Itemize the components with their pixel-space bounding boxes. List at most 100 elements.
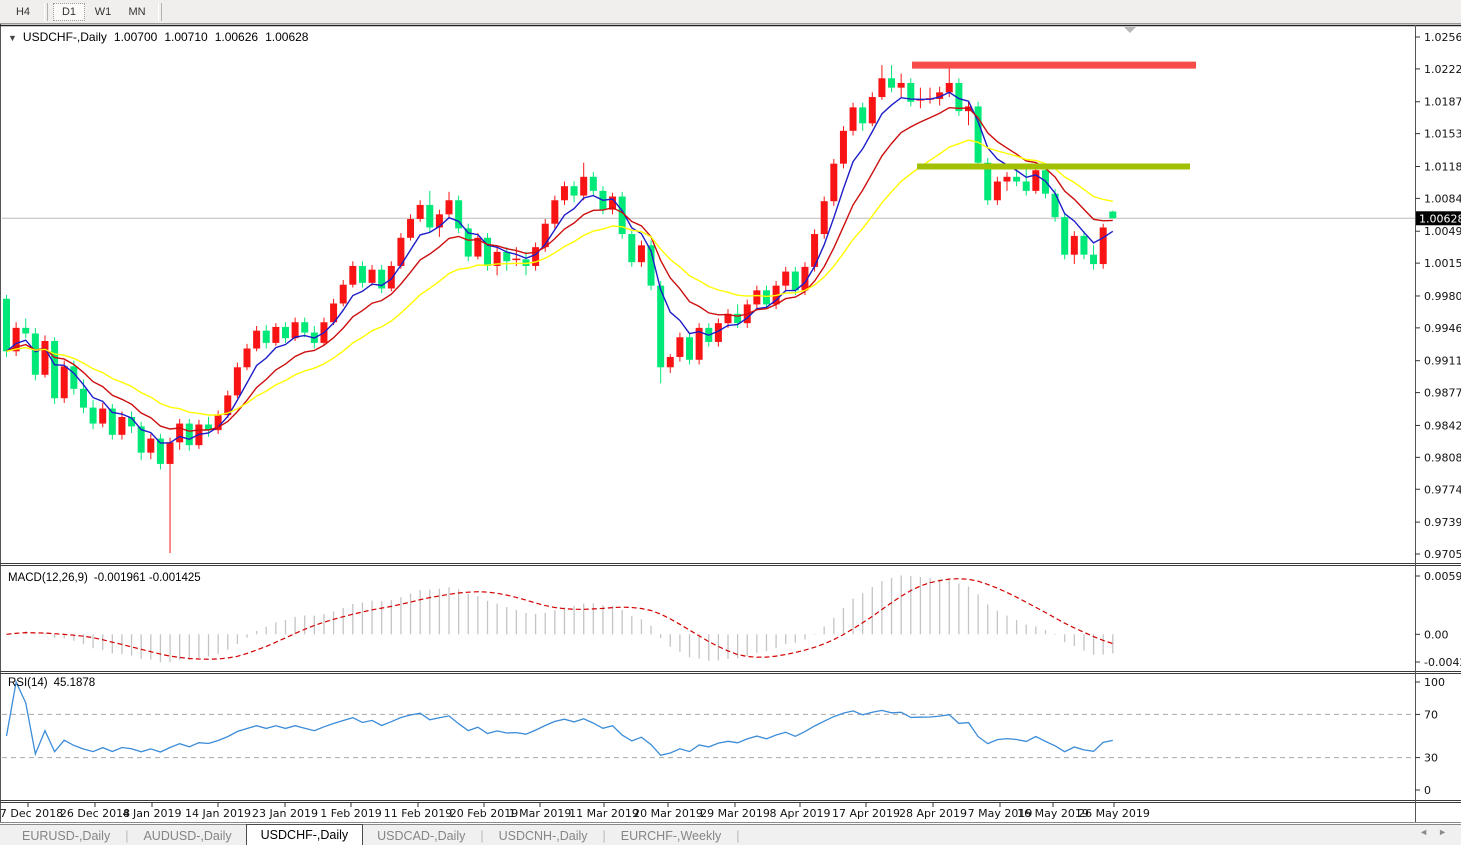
price-tick-label: 0.97050 (1424, 548, 1461, 561)
candle-body (70, 366, 78, 389)
date-tick-label: 14 Jan 2019 (185, 807, 251, 820)
date-tick-label: 11 Mar 2019 (569, 807, 639, 820)
chart-tab-eurusd-daily[interactable]: EURUSD-,Daily (8, 827, 124, 845)
ohlc-low: 1.00626 (214, 30, 259, 44)
macd-axis-label: -0.004243 (1424, 656, 1461, 669)
candle-body (31, 333, 39, 375)
chart-tab-usdchf-daily[interactable]: USDCHF-,Daily (245, 823, 364, 845)
chart-tab-usdcnh-daily[interactable]: USDCNH-,Daily (485, 827, 602, 845)
candle-body (1013, 176, 1021, 182)
candle-body (1080, 235, 1088, 255)
candle-body (368, 269, 376, 283)
macd-axis-label: 0.00597 (1424, 570, 1461, 583)
price-tick-label: 0.98080 (1424, 451, 1461, 464)
candle-body (3, 298, 10, 352)
candle-body (89, 407, 97, 424)
price-tick-label: 0.97390 (1424, 516, 1461, 529)
scroll-left-icon[interactable]: ◄ (1419, 827, 1438, 837)
date-tick-label: 4 Jan 2019 (123, 807, 182, 820)
candle-body (570, 186, 578, 196)
candle-body (820, 201, 828, 235)
candle-body (878, 78, 886, 98)
candle-body (839, 130, 847, 164)
candle-body (176, 423, 184, 443)
candle-body (99, 408, 107, 424)
candle-body (580, 176, 588, 196)
candle-body (60, 366, 68, 399)
rsi-axis-label: 100 (1424, 676, 1445, 689)
candle-body (753, 290, 761, 305)
candle-body (686, 337, 694, 360)
candle-body (426, 204, 434, 228)
candle-body (147, 438, 155, 453)
date-tick-label: 29 Mar 2019 (700, 807, 770, 820)
candle-body (859, 107, 867, 124)
candle-body (41, 341, 49, 375)
mt4-chart-window: H4D1W1MN 1.025601.022201.018701.015301.0… (0, 0, 1461, 845)
current-price-label: 1.00628 (1419, 212, 1461, 225)
candle-body (791, 271, 799, 291)
rsi-indicator-label: RSI(14) 45.1878 (8, 677, 95, 689)
price-tick-label: 1.00150 (1424, 257, 1461, 270)
candle-body (849, 107, 857, 131)
candle-body (22, 327, 30, 334)
ohlc-open: 1.00700 (113, 30, 158, 44)
chart-tab-bar: EURUSD-,Daily | AUDUSD-,Daily USDCHF-,Daily… (0, 823, 1461, 845)
candle-body (1109, 211, 1117, 219)
candle-body (628, 234, 636, 263)
candle-body (888, 78, 896, 88)
candle-body (1003, 176, 1011, 182)
candle-body (560, 186, 568, 201)
candle-body (349, 265, 357, 285)
rsi-axis-label: 30 (1424, 752, 1438, 765)
candle-body (945, 82, 953, 93)
date-tick-label: 17 Dec 2018 (0, 807, 63, 820)
candle-body (830, 163, 838, 202)
candle-body (637, 245, 645, 263)
price-tick-label: 1.02560 (1424, 31, 1461, 44)
scroll-right-icon[interactable]: ► (1438, 827, 1457, 837)
date-tick-label: 8 Apr 2019 (769, 807, 830, 820)
price-tick-label: 0.98770 (1424, 387, 1461, 400)
date-tick-label: 26 May 2019 (1078, 807, 1150, 820)
date-tick-label: 1 Mar 2019 (509, 807, 572, 820)
candle-body (1032, 170, 1040, 191)
date-tick-label: 23 Jan 2019 (252, 807, 318, 820)
date-tick-label: 26 Dec 2018 (60, 807, 130, 820)
candle-body (445, 200, 453, 215)
macd-indicator-label: MACD(12,26,9) -0.001961 -0.001425 (8, 572, 201, 584)
candle-body (762, 290, 770, 305)
candle-body (993, 181, 1001, 201)
macd-values: -0.001961 -0.001425 (93, 572, 201, 584)
candle-body (358, 265, 366, 283)
chart-title: ▼ USDCHF-,Daily 1.00700 1.00710 1.00626 1.006… (8, 30, 308, 44)
candle-body (243, 348, 251, 368)
chart-tab-audusd-daily[interactable]: AUDUSD-,Daily (129, 827, 245, 845)
price-tick-label: 1.01180 (1424, 160, 1461, 173)
candle-body (416, 204, 424, 220)
candle-body (532, 247, 540, 266)
price-chart-canvas[interactable]: 1.02560 1.02220 1.01870 1.01530 1.01180 1.008… (0, 0, 1461, 845)
candle-body (339, 284, 347, 304)
candle-body (1061, 217, 1069, 255)
candle-body (166, 442, 174, 464)
date-tick-label: 17 Apr 2019 (832, 807, 900, 820)
rsi-value: 45.1878 (53, 677, 96, 689)
candle-body (1090, 254, 1098, 265)
chart-tab-eurchf-weekly[interactable]: EURCHF-,Weekly (607, 827, 735, 845)
symbol-dropdown-icon[interactable]: ▼ (8, 33, 17, 43)
date-tick-label: 20 Mar 2019 (633, 807, 703, 820)
chart-tab-usdcad-daily[interactable]: USDCAD-,Daily (363, 827, 479, 845)
candle-body (253, 330, 261, 349)
price-tick-label: 1.00840 (1424, 192, 1461, 205)
price-tick-label: 0.99800 (1424, 290, 1461, 303)
tab-separator: | (736, 828, 740, 843)
candle-body (1099, 227, 1107, 265)
price-tick-label: 0.99460 (1424, 322, 1461, 335)
candle-body (551, 200, 559, 224)
date-tick-label: 11 Feb 2019 (384, 807, 452, 820)
date-tick-label: 28 Apr 2019 (899, 807, 967, 820)
candle-body (262, 330, 270, 343)
macd-axis-label: 0.00 (1424, 628, 1449, 641)
date-tick-label: 1 Feb 2019 (320, 807, 381, 820)
